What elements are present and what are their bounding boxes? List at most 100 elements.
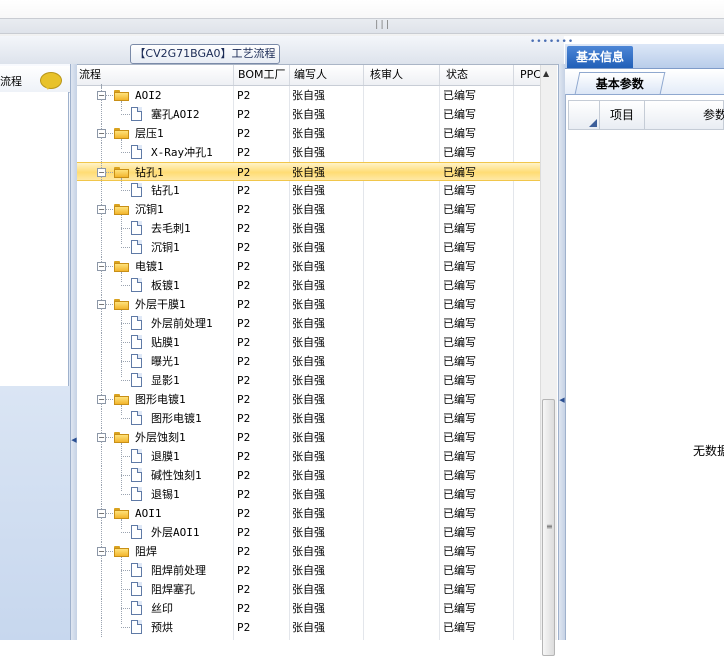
table-row[interactable]: X-Ray冲孔1 P2 张自强 已编写 xyxy=(77,143,540,162)
table-row[interactable]: − 图形电镀1 P2 张自强 已编写 xyxy=(77,390,540,415)
row-bom-factory: P2 xyxy=(237,507,251,520)
row-status: 已编写 xyxy=(443,355,476,368)
table-row[interactable]: 图形电镀1 P2 张自强 已编写 xyxy=(77,409,540,428)
column-header-writer[interactable]: 编写人 xyxy=(290,65,364,85)
table-row[interactable]: − AOI1 P2 张自强 已编写 xyxy=(77,504,540,529)
row-bom-factory: P2 xyxy=(237,298,251,311)
table-row[interactable]: 外层AOI1 P2 张自强 已编写 xyxy=(77,523,540,542)
document-icon xyxy=(131,411,142,425)
row-process-name: 外层蚀刻1 xyxy=(135,431,186,444)
document-icon xyxy=(131,316,142,330)
row-writer: 张自强 xyxy=(292,488,325,501)
row-process-name: 曝光1 xyxy=(151,355,180,368)
row-process-name: 钻孔1 xyxy=(151,184,180,197)
table-row[interactable]: − 层压1 P2 张自强 已编写 xyxy=(77,124,540,149)
grid-vertical-scrollbar[interactable]: ▲ ≡ xyxy=(540,65,557,656)
row-writer: 张自强 xyxy=(292,127,325,140)
table-row[interactable]: 退锡1 P2 张自强 已编写 xyxy=(77,485,540,504)
row-writer: 张自强 xyxy=(292,602,325,615)
row-process-name: 外层干膜1 xyxy=(135,298,186,311)
row-bom-factory: P2 xyxy=(237,89,251,102)
table-row[interactable]: − AOI2 P2 张自强 已编写 xyxy=(77,86,540,111)
table-row[interactable]: 钻孔1 P2 张自强 已编写 xyxy=(77,181,540,200)
row-writer: 张自强 xyxy=(292,146,325,159)
column-header-item[interactable]: 项目 xyxy=(600,101,645,129)
tree-connector xyxy=(121,608,130,609)
tree-connector xyxy=(105,133,113,134)
row-writer: 张自强 xyxy=(292,412,325,425)
document-icon xyxy=(131,620,142,634)
column-header-bom-factory[interactable]: BOM工厂 xyxy=(234,65,290,85)
table-row[interactable]: − 外层蚀刻1 P2 张自强 已编写 xyxy=(77,428,540,491)
table-row[interactable]: 塞孔AOI2 P2 张自强 已编写 xyxy=(77,105,540,124)
chat-bubble-icon[interactable] xyxy=(40,72,62,90)
table-row[interactable]: 去毛刺1 P2 张自强 已编写 xyxy=(77,219,540,238)
table-row[interactable]: 贴膜1 P2 张自强 已编写 xyxy=(77,333,540,352)
row-status: 已编写 xyxy=(443,412,476,425)
tree-connector xyxy=(105,266,113,267)
column-header-process[interactable]: 流程 xyxy=(77,65,234,85)
grid-corner-icon[interactable] xyxy=(569,101,600,129)
tree-connector xyxy=(101,200,102,205)
tree-connector xyxy=(105,437,113,438)
tree-connector xyxy=(101,523,102,542)
row-bom-factory: P2 xyxy=(237,469,251,482)
tab-basic-params[interactable]: 基本参数 xyxy=(574,72,666,94)
splitter-grip-icon[interactable]: ||| xyxy=(374,20,390,30)
row-process-name: 预烘 xyxy=(151,621,173,634)
table-row[interactable]: 曝光1 P2 张自强 已编写 xyxy=(77,352,540,371)
folder-icon xyxy=(114,508,129,519)
column-header-param[interactable]: 参数 xyxy=(703,101,724,129)
table-row[interactable]: 阻焊塞孔 P2 张自强 已编写 xyxy=(77,580,540,599)
column-header-reviewer[interactable]: 核审人 xyxy=(364,65,440,85)
table-row[interactable]: − 外层干膜1 P2 张自强 已编写 xyxy=(77,295,540,377)
table-row[interactable]: 碱性蚀刻1 P2 张自强 已编写 xyxy=(77,466,540,485)
column-header-ppc[interactable]: PPC xyxy=(514,65,540,85)
row-bom-factory: P2 xyxy=(237,602,251,615)
tree-connector xyxy=(101,599,102,618)
table-row[interactable]: − 电镀1 P2 张自强 已编写 xyxy=(77,257,540,282)
tree-connector xyxy=(101,409,102,428)
row-status: 已编写 xyxy=(443,393,476,406)
row-writer: 张自强 xyxy=(292,89,325,102)
table-row[interactable]: − 阻焊 P2 张自强 已编写 xyxy=(77,542,540,624)
document-icon xyxy=(131,563,142,577)
param-grid-header: 项目 参数 xyxy=(568,100,724,130)
row-process-name: 阻焊 xyxy=(135,545,157,558)
document-icon xyxy=(131,468,142,482)
table-row[interactable]: 退膜1 P2 张自强 已编写 xyxy=(77,447,540,466)
tree-connector xyxy=(101,333,102,352)
table-row-selected[interactable]: − 钻孔1 P2 张自强 已编写 xyxy=(77,162,540,188)
left-panel-header-label: 流程 xyxy=(0,75,22,88)
table-row[interactable]: 阻焊前处理 P2 张自强 已编写 xyxy=(77,561,540,580)
grid-header: 流程 BOM工厂 编写人 核审人 状态 PPC xyxy=(77,65,540,86)
table-row[interactable]: 预烘 P2 张自强 已编写 xyxy=(77,618,540,637)
row-writer: 张自强 xyxy=(292,583,325,596)
scroll-up-icon[interactable]: ▲ xyxy=(543,69,549,78)
row-writer: 张自强 xyxy=(292,355,325,368)
scrollbar-grip-icon: ≡ xyxy=(546,522,553,531)
folder-icon xyxy=(114,128,129,139)
document-icon xyxy=(131,335,142,349)
tab-basic-info[interactable]: 基本信息 xyxy=(567,46,633,68)
row-bom-factory: P2 xyxy=(237,621,251,634)
tree-connector xyxy=(101,561,102,580)
table-row[interactable]: 丝印 P2 张自强 已编写 xyxy=(77,599,540,618)
table-row[interactable]: − 沉铜1 P2 张自强 已编写 xyxy=(77,200,540,244)
row-writer: 张自强 xyxy=(292,545,325,558)
scrollbar-thumb[interactable]: ≡ xyxy=(542,399,555,656)
folder-icon xyxy=(114,261,129,272)
tree-connector xyxy=(105,399,113,400)
table-row[interactable]: 显影1 P2 张自强 已编写 xyxy=(77,371,540,390)
process-grid[interactable]: 流程 BOM工厂 编写人 核审人 状态 PPC − AOI2 P2 张自强 已编写 塞孔A… xyxy=(77,65,540,640)
table-row[interactable]: 外层前处理1 P2 张自强 已编写 xyxy=(77,314,540,333)
table-row[interactable]: 板镀1 P2 张自强 已编写 xyxy=(77,276,540,295)
tree-connector xyxy=(105,551,113,552)
column-header-status[interactable]: 状态 xyxy=(440,65,514,85)
table-row[interactable]: 沉铜1 P2 张自强 已编写 xyxy=(77,238,540,257)
horizontal-splitter[interactable] xyxy=(0,18,724,34)
tree-connector xyxy=(101,314,102,333)
folder-icon xyxy=(114,546,129,557)
row-status: 已编写 xyxy=(443,279,476,292)
document-icon xyxy=(131,221,142,235)
